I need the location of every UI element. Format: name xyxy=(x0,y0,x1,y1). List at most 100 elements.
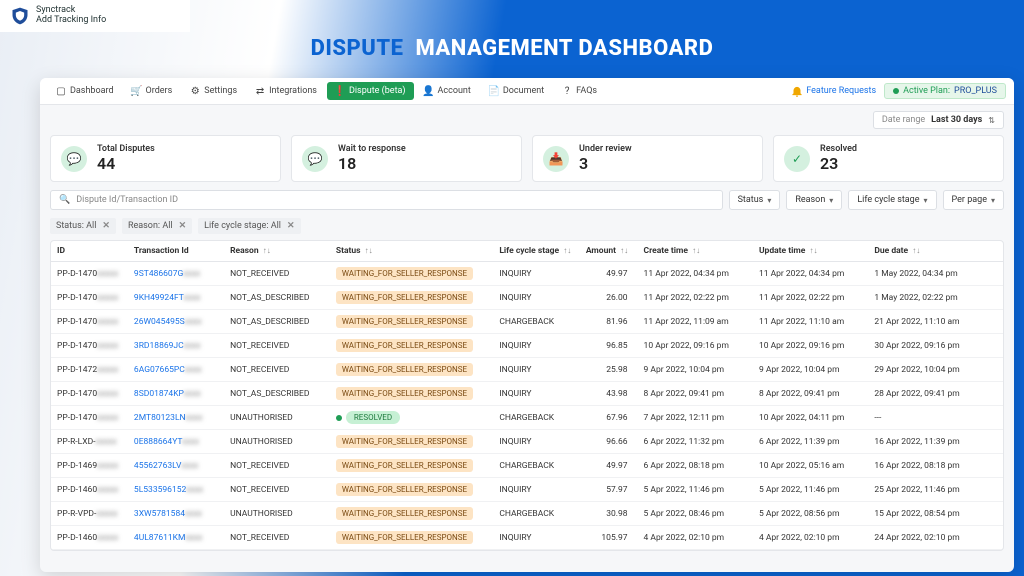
filter-chip[interactable]: Status: All✕ xyxy=(50,218,116,234)
cell-stage: INQUIRY xyxy=(493,526,580,550)
cell-reason: NOT_RECEIVED xyxy=(224,358,330,382)
stat-title: Resolved xyxy=(820,144,857,154)
col-create-time[interactable]: Create time ↑↓ xyxy=(638,241,753,262)
col-due-date[interactable]: Due date ↑↓ xyxy=(868,241,1003,262)
close-icon[interactable]: ✕ xyxy=(102,221,110,231)
table-row: PP-D-1470xxxxx3RD18869JCxxxxNOT_RECEIVED… xyxy=(51,334,1003,358)
nav-tab-document[interactable]: 📄Document xyxy=(481,82,552,100)
close-icon[interactable]: ✕ xyxy=(179,221,187,231)
cell-update: 11 Apr 2022, 11:10 am xyxy=(753,310,868,334)
table-row: PP-D-1470xxxxx2MT80123LNxxxxUNAUTHORISED… xyxy=(51,406,1003,430)
sort-icon: ↑↓ xyxy=(912,246,920,255)
dashboard-panel: ▢Dashboard🛒Orders⚙Settings⇄Integrations❗… xyxy=(40,78,1014,572)
cell-transaction[interactable]: 3XW5781584xxxx xyxy=(128,502,224,526)
stat-title: Under review xyxy=(579,144,632,154)
filter-reason[interactable]: Reason▾ xyxy=(786,190,842,210)
cell-update: 4 Apr 2022, 02:10 pm xyxy=(753,526,868,550)
cell-transaction[interactable]: 3RD18869JCxxxx xyxy=(128,334,224,358)
col-update-time[interactable]: Update time ↑↓ xyxy=(753,241,868,262)
cell-id: PP-D-1470xxxxx xyxy=(51,262,128,286)
table-row: PP-D-1469xxxxx45562763LVxxxxNOT_RECEIVED… xyxy=(51,454,1003,478)
col-status[interactable]: Status ↑↓ xyxy=(330,241,493,262)
search-input[interactable]: 🔍 Dispute Id/Transaction ID xyxy=(50,190,723,210)
cell-due: 1 May 2022, 02:22 pm xyxy=(868,286,1003,310)
nav-tab-icon: 📄 xyxy=(489,86,499,96)
stat-title: Wait to response xyxy=(338,144,406,154)
cell-due: 16 Apr 2022, 08:18 pm xyxy=(868,454,1003,478)
date-range-picker[interactable]: Date range Last 30 days ⇅ xyxy=(873,111,1004,129)
cell-reason: NOT_AS_DESCRIBED xyxy=(224,286,330,310)
cell-create: 5 Apr 2022, 08:46 pm xyxy=(638,502,753,526)
cell-transaction[interactable]: 9ST486607Gxxxx xyxy=(128,262,224,286)
cell-transaction[interactable]: 0E888664YTxxxx xyxy=(128,430,224,454)
filter-per-page[interactable]: Per page▾ xyxy=(943,190,1004,210)
page-title: DISPUTE MANAGEMENT DASHBOARD xyxy=(0,36,1024,61)
cell-id: PP-D-1469xxxxx xyxy=(51,454,128,478)
col-reason[interactable]: Reason ↑↓ xyxy=(224,241,330,262)
top-nav: ▢Dashboard🛒Orders⚙Settings⇄Integrations❗… xyxy=(40,78,1014,105)
cell-transaction[interactable]: 26W045495Sxxxx xyxy=(128,310,224,334)
table-row: PP-D-1460xxxxx4UL87611KMxxxxNOT_RECEIVED… xyxy=(51,526,1003,550)
cell-update: 6 Apr 2022, 11:39 pm xyxy=(753,430,868,454)
cell-status: WAITING_FOR_SELLER_RESPONSE xyxy=(330,286,493,310)
chevron-down-icon: ▾ xyxy=(829,196,833,205)
cell-transaction[interactable]: 2MT80123LNxxxx xyxy=(128,406,224,430)
stat-icon: 📥 xyxy=(543,146,569,172)
chevron-down-icon: ▾ xyxy=(924,196,928,205)
cell-reason: UNAUTHORISED xyxy=(224,430,330,454)
cell-id: PP-D-1470xxxxx xyxy=(51,310,128,334)
status-badge: WAITING_FOR_SELLER_RESPONSE xyxy=(336,363,473,376)
close-icon[interactable]: ✕ xyxy=(287,221,295,231)
cell-amount: 81.96 xyxy=(580,310,638,334)
nav-tab-dashboard[interactable]: ▢Dashboard xyxy=(48,82,122,100)
col-life-cycle-stage[interactable]: Life cycle stage ↑↓ xyxy=(493,241,580,262)
filter-life-cycle-stage[interactable]: Life cycle stage▾ xyxy=(848,190,936,210)
brand-sub: Add Tracking Info xyxy=(36,16,106,26)
nav-tab-icon: ❗ xyxy=(335,86,345,96)
cell-create: 9 Apr 2022, 10:04 pm xyxy=(638,358,753,382)
nav-tab-faqs[interactable]: ?FAQs xyxy=(554,82,605,100)
feature-requests-link[interactable]: Feature Requests xyxy=(806,86,876,96)
filter-chip[interactable]: Reason: All✕ xyxy=(122,218,192,234)
cell-stage: INQUIRY xyxy=(493,286,580,310)
cell-transaction[interactable]: 4UL87611KMxxxx xyxy=(128,526,224,550)
nav-tab-icon: 👤 xyxy=(424,86,434,96)
cell-stage: INQUIRY xyxy=(493,382,580,406)
cell-transaction[interactable]: 5L533596152xxxx xyxy=(128,478,224,502)
cell-update: 10 Apr 2022, 05:16 am xyxy=(753,454,868,478)
cell-due: 1 May 2022, 04:34 pm xyxy=(868,262,1003,286)
cell-transaction[interactable]: 45562763LVxxxx xyxy=(128,454,224,478)
filter-chip[interactable]: Life cycle stage: All✕ xyxy=(198,218,300,234)
col-transaction-id: Transaction Id xyxy=(128,241,224,262)
status-badge: WAITING_FOR_SELLER_RESPONSE xyxy=(336,507,473,520)
cell-status: WAITING_FOR_SELLER_RESPONSE xyxy=(330,262,493,286)
stat-card-under-review: 📥Under review3 xyxy=(532,135,763,182)
cell-transaction[interactable]: 8SD01874KPxxxx xyxy=(128,382,224,406)
col-amount[interactable]: Amount ↑↓ xyxy=(580,241,638,262)
filter-status[interactable]: Status▾ xyxy=(729,190,781,210)
sort-icon: ↑↓ xyxy=(809,246,817,255)
cell-transaction[interactable]: 9KH49924FTxxxx xyxy=(128,286,224,310)
nav-tab-integrations[interactable]: ⇄Integrations xyxy=(247,82,325,100)
cell-update: 5 Apr 2022, 08:56 pm xyxy=(753,502,868,526)
cell-id: PP-D-1470xxxxx xyxy=(51,382,128,406)
cell-status: WAITING_FOR_SELLER_RESPONSE xyxy=(330,382,493,406)
cell-stage: INQUIRY xyxy=(493,262,580,286)
nav-tab-icon: 🛒 xyxy=(132,86,142,96)
status-badge: WAITING_FOR_SELLER_RESPONSE xyxy=(336,531,473,544)
table-row: PP-D-1470xxxxx9KH49924FTxxxxNOT_AS_DESCR… xyxy=(51,286,1003,310)
nav-tab-dispute-beta-[interactable]: ❗Dispute (beta) xyxy=(327,82,414,100)
cell-status: WAITING_FOR_SELLER_RESPONSE xyxy=(330,310,493,334)
bell-icon[interactable] xyxy=(790,84,804,98)
cell-amount: 49.97 xyxy=(580,262,638,286)
cell-status: RESOLVED xyxy=(330,406,493,430)
nav-tab-settings[interactable]: ⚙Settings xyxy=(182,82,245,100)
cell-due: 28 Apr 2022, 09:41 pm xyxy=(868,382,1003,406)
nav-tab-orders[interactable]: 🛒Orders xyxy=(124,82,181,100)
cell-reason: NOT_AS_DESCRIBED xyxy=(224,382,330,406)
cell-transaction[interactable]: 6AG07665PCxxxx xyxy=(128,358,224,382)
nav-tab-account[interactable]: 👤Account xyxy=(416,82,479,100)
cell-create: 11 Apr 2022, 11:09 am xyxy=(638,310,753,334)
cell-amount: 43.98 xyxy=(580,382,638,406)
cell-reason: NOT_RECEIVED xyxy=(224,526,330,550)
